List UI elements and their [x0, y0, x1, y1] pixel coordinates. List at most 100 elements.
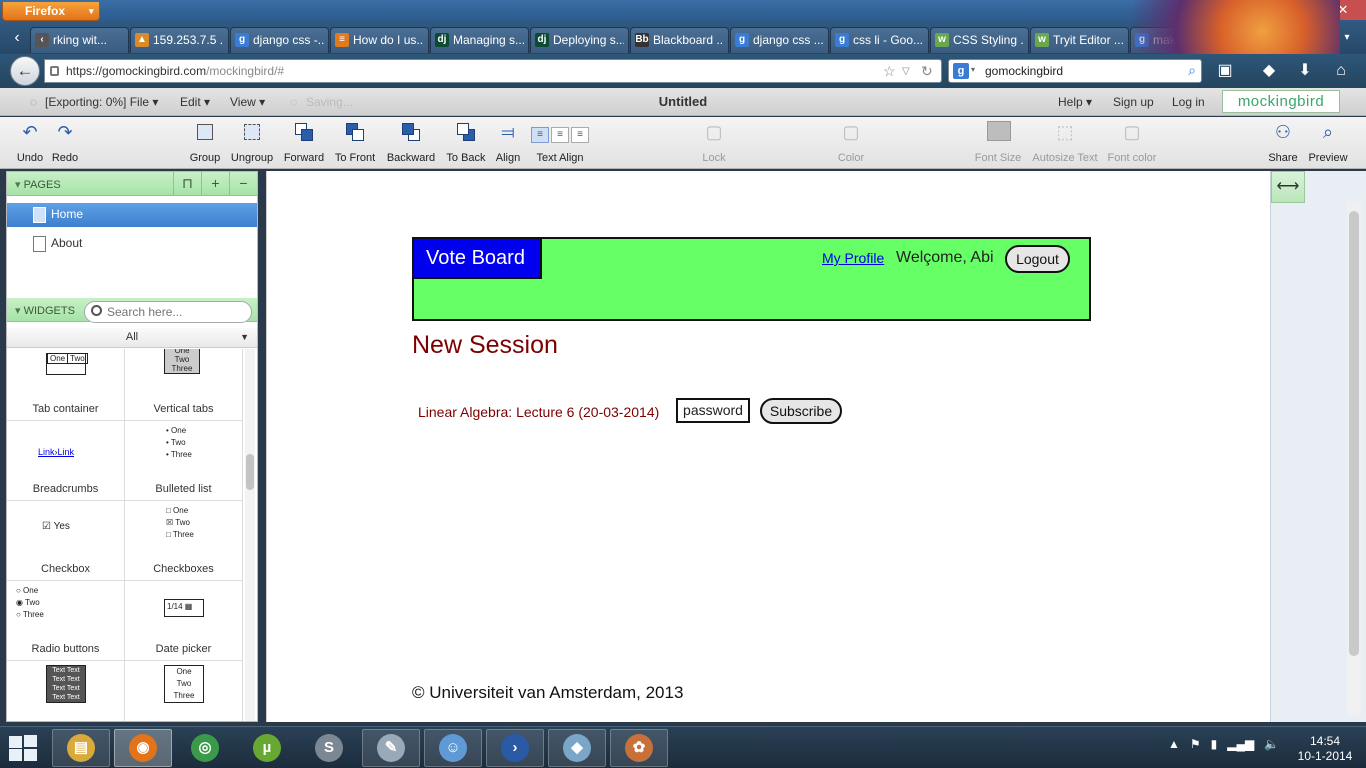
align-right-icon[interactable]: ≡ — [571, 127, 589, 143]
lock-button[interactable]: ▢ Lock — [700, 121, 728, 164]
widget-breadcrumbs[interactable]: Link›Link Breadcrumbs — [7, 421, 125, 501]
google-icon[interactable]: g — [953, 63, 969, 79]
scroll-tabs-left-icon[interactable]: ‹ — [8, 28, 26, 48]
taskbar-app[interactable]: ☺ — [424, 729, 482, 767]
reload-icon[interactable]: ↻ — [921, 63, 933, 80]
widget-tabs[interactable]: One Two Tab container — [7, 349, 125, 421]
remove-page-icon[interactable]: − — [229, 172, 257, 196]
taskbar-app[interactable]: ◆ — [548, 729, 606, 767]
bookmark-star-icon[interactable]: ☆ — [883, 63, 896, 80]
widgets-title[interactable]: WIDGETS — [15, 304, 75, 317]
browser-tab[interactable]: m Untitled ... ✕ — [1230, 27, 1329, 53]
mockup-brand[interactable]: Vote Board — [414, 239, 542, 279]
align-left-icon[interactable]: ≡ — [531, 127, 549, 143]
taskbar-app[interactable]: ✎ — [362, 729, 420, 767]
bookmarks-icon[interactable]: ▣ — [1212, 60, 1238, 82]
browser-tab[interactable]: g css li - Goo... — [830, 27, 929, 53]
taskbar-app[interactable]: µ — [238, 729, 296, 767]
back-button[interactable]: ← — [10, 56, 40, 86]
maximize-icon[interactable]: ▢ — [1284, 0, 1320, 20]
browser-tab[interactable]: g django css -... — [230, 27, 329, 53]
font-color-button[interactable]: ▢ Font color — [1106, 121, 1158, 164]
widget-search-input[interactable] — [107, 305, 247, 319]
mockup-footer[interactable]: © Universiteit van Amsterdam, 2013 — [412, 683, 683, 703]
search-bar[interactable]: g ▾ gomockingbird ⌕ — [948, 59, 1202, 83]
extension-icon[interactable]: ◆ — [1256, 60, 1282, 82]
preview-button[interactable]: ⌕ Preview — [1306, 121, 1350, 164]
flag-icon[interactable]: ⚑ — [1190, 737, 1201, 759]
design-canvas[interactable]: Vote Board My Profile Welçome, Abi Logou… — [266, 171, 1270, 722]
page-item-home[interactable]: Home — [7, 203, 257, 227]
browser-tab[interactable]: dj Managing s... — [430, 27, 529, 53]
undo-button[interactable]: ↶ Undo — [15, 121, 45, 164]
redo-button[interactable]: ↷ Redo — [50, 121, 80, 164]
browser-tab[interactable]: w CSS Styling ... — [930, 27, 1029, 53]
ungroup-button[interactable]: Ungroup — [229, 121, 275, 164]
widget-scrollbar[interactable] — [245, 349, 255, 721]
browser-tab[interactable]: ≡ How do I us... — [330, 27, 429, 53]
align-center-icon[interactable]: ≡ — [551, 127, 569, 143]
mockup-session-title[interactable]: New Session — [412, 331, 558, 360]
autosize-button[interactable]: ⬚ Autosize Text — [1030, 121, 1100, 164]
font-size-button[interactable]: Font Size — [972, 121, 1024, 164]
mockup-welcome-text[interactable]: Welçome, Abi — [896, 249, 994, 267]
widget-filter-dropdown[interactable]: All ▼ — [7, 328, 257, 348]
search-icon[interactable]: ⌕ — [1188, 62, 1196, 79]
pages-title[interactable]: PAGES — [15, 178, 61, 191]
browser-tab[interactable]: Bb Blackboard ... — [630, 27, 729, 53]
history-dropdown-icon[interactable]: ▽ — [902, 66, 910, 77]
engine-dropdown-icon[interactable]: ▾ — [971, 65, 975, 74]
login-link[interactable]: Log in — [1172, 95, 1205, 109]
widget-vtabs[interactable]: One Two Three Vertical tabs — [125, 349, 243, 421]
menu-help[interactable]: Help ▾ — [1058, 95, 1092, 109]
windows-start-icon[interactable] — [8, 735, 38, 761]
to-back-button[interactable]: To Back — [445, 121, 487, 164]
search-input[interactable]: gomockingbird — [985, 64, 1063, 78]
widget-checkbox[interactable]: ☑ Yes Checkbox — [7, 501, 125, 581]
to-front-button[interactable]: To Front — [334, 121, 376, 164]
mockup-session-label[interactable]: Linear Algebra: Lecture 6 (20-03-2014) — [418, 404, 659, 420]
page-lock-icon[interactable]: ⊓ — [173, 172, 201, 196]
forward-button[interactable]: Forward — [282, 121, 326, 164]
signup-link[interactable]: Sign up — [1113, 95, 1154, 109]
backward-button[interactable]: Backward — [385, 121, 437, 164]
mockingbird-logo[interactable]: mockingbird — [1222, 90, 1340, 113]
minimize-icon[interactable]: — — [1248, 0, 1284, 20]
downloads-icon[interactable]: ⬇ — [1292, 60, 1318, 82]
taskbar-app[interactable]: ▤ — [52, 729, 110, 767]
text-align-group[interactable]: ≡ ≡ ≡ Text Align — [530, 121, 590, 164]
scroll-thumb[interactable] — [1349, 211, 1359, 656]
widget-radios[interactable]: ○ One ◉ Two ○ Three Radio buttons — [7, 581, 125, 661]
browser-tab[interactable]: g django css ... — [730, 27, 829, 53]
system-clock[interactable]: 14:54 10-1-2014 — [1292, 734, 1358, 764]
group-button[interactable]: Group — [187, 121, 223, 164]
scroll-thumb[interactable] — [246, 454, 254, 490]
widget-datagrid[interactable]: Text TextText TextText TextText TextData… — [7, 661, 125, 721]
home-icon[interactable]: ⌂ — [1328, 60, 1354, 82]
mockup-password-field[interactable]: password — [676, 398, 750, 423]
color-button[interactable]: ▢ Color — [834, 121, 868, 164]
browser-tab[interactable]: ‹ rking wit... — [30, 27, 129, 53]
mockup-subscribe-button[interactable]: Subscribe — [760, 398, 842, 424]
add-page-icon[interactable]: + — [201, 172, 229, 196]
url-bar[interactable]: https://gomockingbird.com/mockingbird/# … — [44, 59, 942, 83]
page-item-about[interactable]: About — [7, 232, 257, 256]
new-tab-icon[interactable]: + — [1316, 28, 1334, 48]
mockup-profile-link[interactable]: My Profile — [822, 250, 884, 266]
signal-icon[interactable]: ▂▄▆ — [1227, 737, 1254, 759]
align-button[interactable]: ⫤ Align — [494, 121, 522, 164]
expand-horizontal-icon[interactable]: ⟷ — [1271, 171, 1305, 203]
widget-search-field[interactable] — [84, 301, 252, 323]
canvas-scrollbar[interactable] — [1347, 201, 1361, 716]
taskbar-app[interactable]: › — [486, 729, 544, 767]
browser-tab[interactable]: w Tryit Editor ... — [1030, 27, 1129, 53]
browser-tab[interactable]: g make mock... — [1130, 27, 1229, 53]
tab-list-dropdown-icon[interactable]: ▾ — [1338, 28, 1356, 48]
taskbar-app[interactable]: ◎ — [176, 729, 234, 767]
mockup-logout-button[interactable]: Logout — [1005, 245, 1070, 273]
taskbar-app[interactable]: ✿ — [610, 729, 668, 767]
mockup-header[interactable]: Vote Board My Profile Welçome, Abi Logou… — [412, 237, 1091, 321]
browser-tab[interactable]: ▲ 159.253.7.5 ... — [130, 27, 229, 53]
tray-expand-icon[interactable]: ▲ — [1168, 737, 1180, 759]
share-button[interactable]: ⚇ Share — [1266, 121, 1300, 164]
